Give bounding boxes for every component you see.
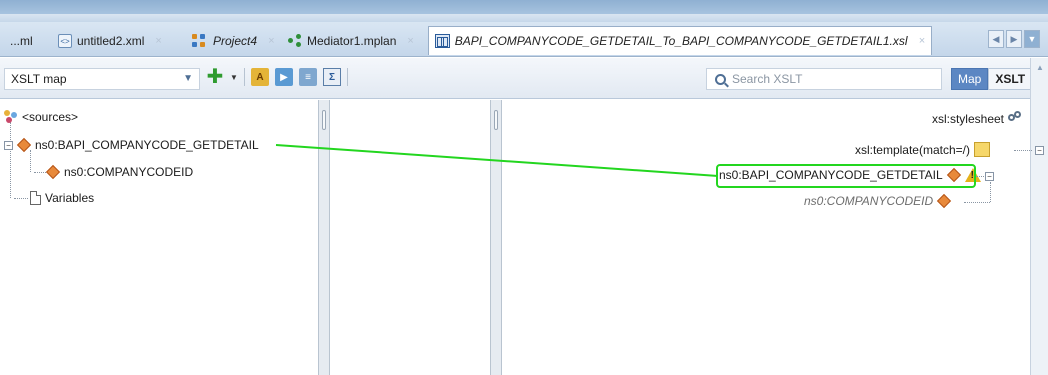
add-dropdown-icon[interactable]: ▼ <box>230 73 238 82</box>
tab-ml[interactable]: ...ml <box>4 28 39 54</box>
chevron-down-icon: ▼ <box>183 73 193 84</box>
scroll-tabs-left-button[interactable]: ◀ <box>988 30 1004 48</box>
auto-map-icon[interactable]: A <box>251 68 269 86</box>
window-top-separator <box>0 14 1048 22</box>
tree-connector <box>30 150 31 172</box>
tab-navigation: ◀ ▶ ▼ <box>988 30 1040 48</box>
file-icon <box>30 191 41 205</box>
close-icon[interactable]: × <box>268 35 274 47</box>
generate-report-icon[interactable]: ≡ <box>299 68 317 86</box>
tab-label: Project4 <box>213 34 258 48</box>
target-template-node[interactable]: xsl:template(match=/) <box>855 142 990 157</box>
selected-target-highlight <box>716 164 976 188</box>
tree-connector <box>976 176 984 177</box>
pane-splitter-right[interactable] <box>490 100 502 375</box>
map-xslt-toggle: Map XSLT <box>951 68 1033 90</box>
collapse-icon[interactable]: − <box>985 172 994 181</box>
source-child-node[interactable]: ns0:COMPANYCODEID <box>46 165 193 179</box>
search-xslt-input[interactable]: Search XSLT <box>706 68 942 90</box>
tab-label: BAPI_COMPANYCODE_GETDETAIL_To_BAPI_COMPA… <box>454 34 908 48</box>
search-placeholder: Search XSLT <box>732 72 803 86</box>
source-root-label: <sources> <box>22 110 79 124</box>
properties-icon[interactable]: Σ <box>323 68 341 86</box>
tree-connector <box>964 202 990 203</box>
xslt-toolbar: XSLT map ▼ ✚ ▼ A ▶ ≡ Σ Search XSLT Map X… <box>0 58 1048 99</box>
element-icon <box>17 139 31 151</box>
source-root-node[interactable]: <sources> <box>4 110 78 124</box>
tree-connector <box>1014 150 1032 151</box>
tree-connector <box>990 182 991 202</box>
sources-icon <box>4 110 18 124</box>
tab-list-dropdown-button[interactable]: ▼ <box>1024 30 1040 48</box>
project-icon <box>192 34 208 48</box>
target-child-node[interactable]: ns0:COMPANYCODEID <box>804 194 951 208</box>
source-element-label: ns0:BAPI_COMPANYCODE_GETDETAIL <box>35 138 259 152</box>
toolbar-divider <box>347 68 348 86</box>
xslt-view-button[interactable]: XSLT <box>988 68 1033 90</box>
target-child-label: ns0:COMPANYCODEID <box>804 194 934 208</box>
editor-tab-bar: ...ml <> untitled2.xml × Project4 × Medi… <box>0 22 1048 57</box>
stylesheet-label: xsl:stylesheet <box>931 112 1004 126</box>
element-icon <box>46 166 60 178</box>
tab-mediator1[interactable]: Mediator1.mplan × <box>282 28 420 54</box>
view-mode-select[interactable]: XSLT map ▼ <box>4 68 200 90</box>
template-icon <box>974 142 990 157</box>
tab-label: ...ml <box>10 34 33 48</box>
element-icon <box>937 195 951 207</box>
close-icon[interactable]: × <box>155 35 161 47</box>
add-icon[interactable]: ✚ <box>206 67 224 87</box>
variables-node[interactable]: Variables <box>30 191 94 205</box>
search-icon <box>715 73 726 85</box>
scroll-up-icon[interactable]: ▲ <box>1032 60 1048 74</box>
tree-connector <box>14 198 28 199</box>
xsl-map-icon <box>435 34 450 48</box>
tab-label: Mediator1.mplan <box>307 34 397 48</box>
variables-label: Variables <box>45 191 95 205</box>
scroll-tabs-right-button[interactable]: ▶ <box>1006 30 1022 48</box>
map-view-button[interactable]: Map <box>951 68 989 90</box>
tab-xsl-map[interactable]: BAPI_COMPANYCODE_GETDETAIL_To_BAPI_COMPA… <box>428 26 932 55</box>
tab-untitled2[interactable]: <> untitled2.xml × <box>52 28 168 54</box>
vertical-scrollbar[interactable]: ▲ <box>1030 58 1048 375</box>
window-top-strip <box>0 0 1048 14</box>
pane-splitter-left[interactable] <box>318 100 330 375</box>
template-label: xsl:template(match=/) <box>854 142 970 157</box>
toolbar-actions: ✚ ▼ A ▶ ≡ Σ <box>206 67 348 87</box>
mapping-canvas-pane <box>330 100 490 375</box>
mediator-icon <box>288 34 302 48</box>
close-icon[interactable]: × <box>919 35 925 47</box>
view-mode-value: XSLT map <box>11 72 67 86</box>
tree-connector <box>10 122 11 198</box>
tree-connector <box>34 172 46 173</box>
source-child-label: ns0:COMPANYCODEID <box>64 165 194 179</box>
collapse-icon[interactable]: − <box>4 140 13 150</box>
stylesheet-icon <box>1008 111 1024 127</box>
target-stylesheet-node[interactable]: xsl:stylesheet <box>932 111 1024 127</box>
tab-label: untitled2.xml <box>77 34 145 48</box>
source-element-node[interactable]: − ns0:BAPI_COMPANYCODE_GETDETAIL <box>4 138 259 152</box>
test-xslt-icon[interactable]: ▶ <box>275 68 293 86</box>
tab-project4[interactable]: Project4 × <box>186 28 280 54</box>
toolbar-divider <box>244 68 245 86</box>
close-icon[interactable]: × <box>407 35 413 47</box>
collapse-icon[interactable]: − <box>1035 146 1044 155</box>
xml-file-icon: <> <box>58 34 72 48</box>
